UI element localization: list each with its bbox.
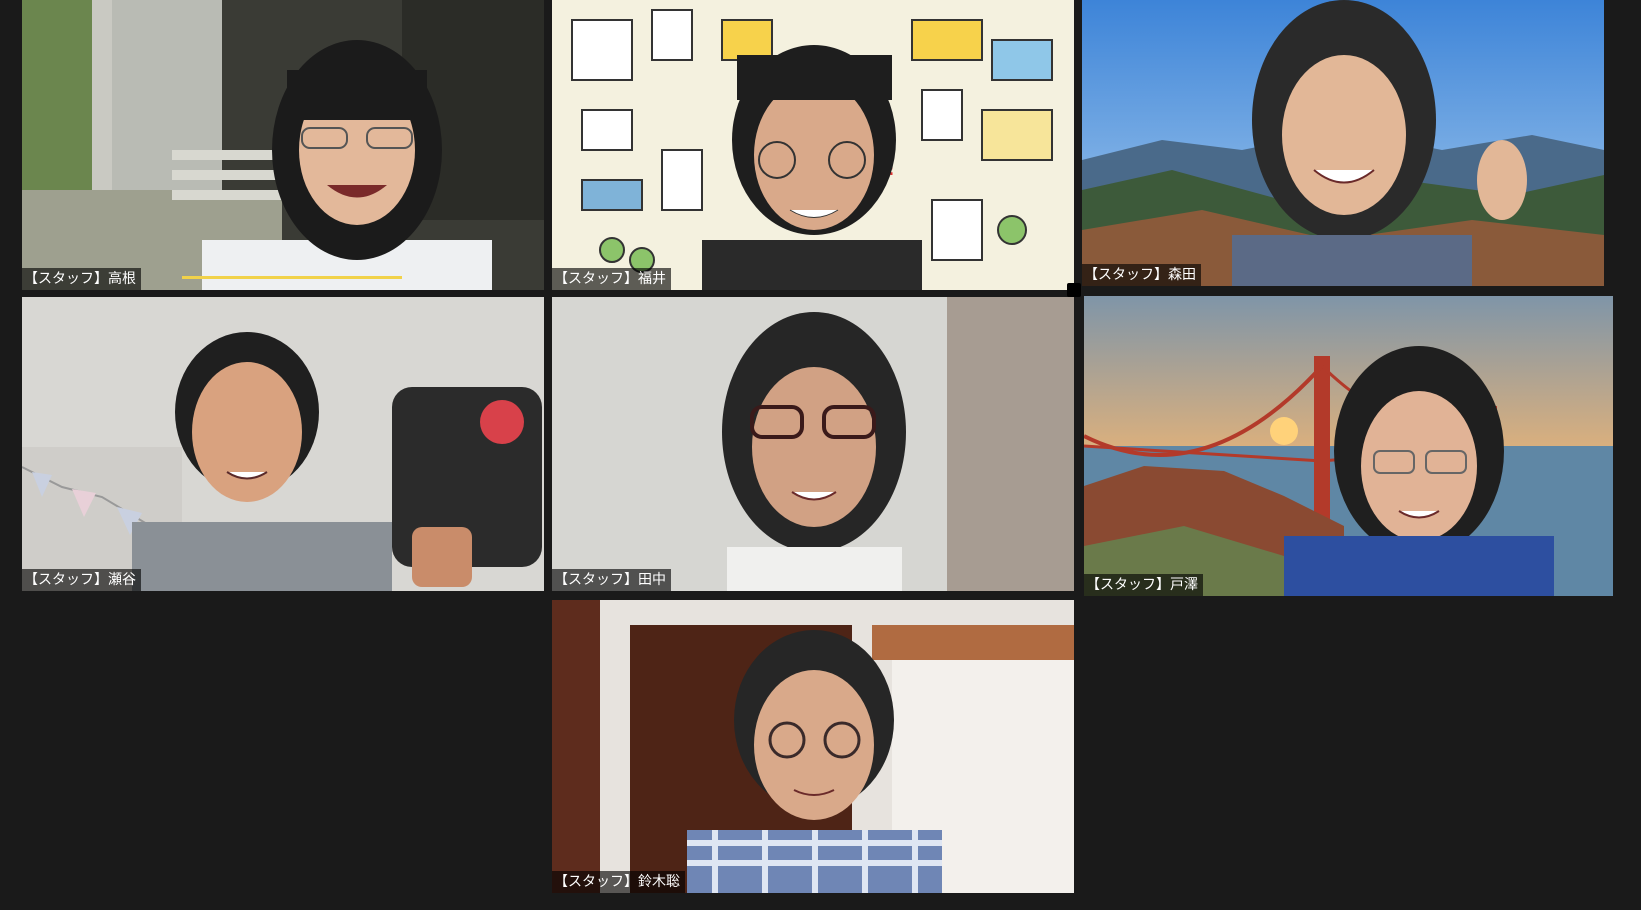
video-tile-seya[interactable]: 【スタッフ】瀬谷 [22, 297, 544, 591]
participant-name-label: 【スタッフ】高根 [22, 268, 141, 290]
participant-video [552, 600, 1074, 893]
participant-video [1082, 0, 1604, 286]
active-speaker-indicator [1067, 283, 1081, 297]
video-tile-morita[interactable]: 【スタッフ】森田 [1082, 0, 1604, 286]
participant-name-label: 【スタッフ】瀬谷 [22, 569, 141, 591]
participant-name-label: 【スタッフ】福井 [552, 268, 671, 290]
participant-video [22, 297, 544, 591]
participant-name-label: 【スタッフ】田中 [552, 569, 671, 591]
video-tile-fukui[interactable]: ! 【スタッフ】福井 [552, 0, 1074, 290]
participant-name-label: 【スタッフ】戸澤 [1084, 574, 1203, 596]
participant-video [552, 297, 1074, 591]
participant-video [1084, 296, 1613, 596]
participant-name-label: 【スタッフ】森田 [1082, 264, 1201, 286]
video-tile-suzuki-satoshi[interactable]: 【スタッフ】鈴木聡 [552, 600, 1074, 893]
participant-video [22, 0, 544, 290]
video-gallery: 【スタッフ】高根 ! 【スタッフ [0, 0, 1641, 910]
video-tile-tozawa[interactable]: 【スタッフ】戸澤 [1084, 296, 1613, 596]
video-tile-takane[interactable]: 【スタッフ】高根 [22, 0, 544, 290]
video-tile-tanaka[interactable]: 【スタッフ】田中 [552, 297, 1074, 591]
participant-video: ! [552, 0, 1074, 290]
participant-name-label: 【スタッフ】鈴木聡 [552, 871, 685, 893]
